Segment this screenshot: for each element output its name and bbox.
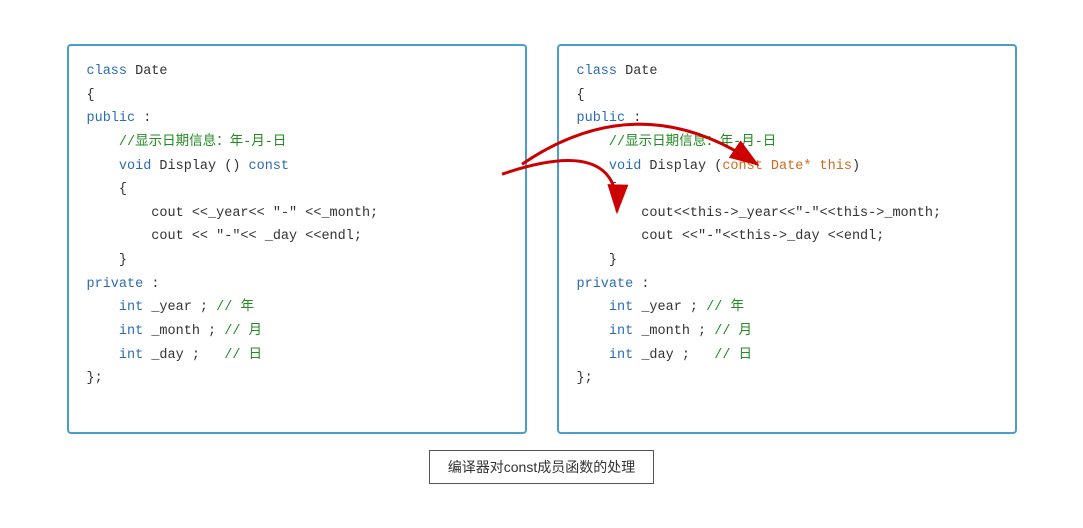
- code-line: {: [87, 178, 507, 202]
- code-line: cout <<"-"<<this->_day <<endl;: [577, 225, 997, 249]
- code-token: };: [577, 371, 593, 386]
- code-line: class Date: [577, 60, 997, 84]
- code-line: cout <<_year<< "-" <<_month;: [87, 202, 507, 226]
- code-token: public: [87, 111, 136, 126]
- code-line: private :: [577, 273, 997, 297]
- code-line: {: [577, 178, 997, 202]
- code-line: class Date: [87, 60, 507, 84]
- code-line: int _year ; // 年: [87, 296, 507, 320]
- code-token: Display (): [151, 159, 248, 174]
- code-token: const: [249, 159, 290, 174]
- code-token: cout <<"-"<<this->_day <<endl;: [577, 229, 885, 244]
- code-token: [577, 324, 609, 339]
- code-token: class: [87, 64, 136, 79]
- code-line: int _year ; // 年: [577, 296, 997, 320]
- code-token: int: [609, 348, 633, 363]
- code-token: [87, 324, 119, 339]
- code-token: [87, 348, 119, 363]
- code-line: };: [577, 367, 997, 391]
- code-token: {: [87, 88, 95, 103]
- code-token: // 月: [224, 324, 262, 339]
- code-token: {: [577, 182, 618, 197]
- code-token: int: [609, 324, 633, 339]
- code-token: [577, 348, 609, 363]
- code-token: cout << "-"<< _day <<endl;: [87, 229, 362, 244]
- code-line: cout<<this->_year<<"-"<<this->_month;: [577, 202, 997, 226]
- code-token: void: [609, 159, 641, 174]
- caption-box: 编译器对const成员函数的处理: [429, 450, 654, 484]
- code-token: const Date* this: [722, 159, 852, 174]
- code-token: void: [119, 159, 151, 174]
- code-token: :: [143, 277, 159, 292]
- code-token: };: [87, 371, 103, 386]
- code-line: cout << "-"<< _day <<endl;: [87, 225, 507, 249]
- code-token: }: [87, 253, 128, 268]
- code-token: int: [119, 348, 143, 363]
- code-token: :: [135, 111, 151, 126]
- code-line: int _day ; // 日: [87, 344, 507, 368]
- code-token: :: [633, 277, 649, 292]
- code-token: // 年: [706, 300, 744, 315]
- code-token: Date: [135, 64, 167, 79]
- code-token: _year ;: [143, 300, 216, 315]
- code-line: }: [87, 249, 507, 273]
- left-code-panel: class Date { public : //显示日期信息：年-月-日 void …: [67, 44, 527, 434]
- right-code-panel: class Date { public : //显示日期信息：年-月-日 void …: [557, 44, 1017, 434]
- code-token: _year ;: [633, 300, 706, 315]
- main-container: class Date { public : //显示日期信息：年-月-日 void …: [0, 34, 1083, 494]
- code-token: [577, 300, 609, 315]
- code-line: //显示日期信息：年-月-日: [577, 131, 997, 155]
- code-token: Display (: [641, 159, 722, 174]
- code-token: private: [87, 277, 144, 292]
- code-line: void Display (const Date* this): [577, 155, 997, 179]
- code-line: //显示日期信息：年-月-日: [87, 131, 507, 155]
- code-token: [87, 300, 119, 315]
- code-token: private: [577, 277, 634, 292]
- code-token: cout<<this->_year<<"-"<<this->_month;: [577, 206, 942, 221]
- code-token: // 月: [714, 324, 752, 339]
- code-token: _month ;: [633, 324, 714, 339]
- code-token: :: [625, 111, 641, 126]
- caption-text: 编译器对const成员函数的处理: [448, 459, 635, 475]
- code-token: class: [577, 64, 626, 79]
- code-line: public :: [87, 107, 507, 131]
- code-token: //显示日期信息：年-月-日: [577, 135, 777, 150]
- code-token: int: [119, 300, 143, 315]
- code-token: // 日: [224, 348, 262, 363]
- code-token: {: [577, 88, 585, 103]
- panels-wrapper: class Date { public : //显示日期信息：年-月-日 void …: [52, 44, 1032, 434]
- code-line: void Display () const: [87, 155, 507, 179]
- code-token: ): [852, 159, 860, 174]
- code-token: _day ;: [633, 348, 714, 363]
- code-token: int: [609, 300, 633, 315]
- code-token: int: [119, 324, 143, 339]
- code-line: };: [87, 367, 507, 391]
- code-token: Date: [625, 64, 657, 79]
- code-token: // 日: [714, 348, 752, 363]
- code-token: }: [577, 253, 618, 268]
- code-line: {: [87, 84, 507, 108]
- code-line: int _month ; // 月: [87, 320, 507, 344]
- code-line: }: [577, 249, 997, 273]
- code-token: [87, 159, 119, 174]
- code-token: // 年: [216, 300, 254, 315]
- code-line: public :: [577, 107, 997, 131]
- code-token: _day ;: [143, 348, 224, 363]
- code-token: _month ;: [143, 324, 224, 339]
- code-token: cout <<_year<< "-" <<_month;: [87, 206, 379, 221]
- code-token: public: [577, 111, 626, 126]
- code-token: //显示日期信息：年-月-日: [87, 135, 287, 150]
- code-line: private :: [87, 273, 507, 297]
- code-token: [577, 159, 609, 174]
- code-line: int _day ; // 日: [577, 344, 997, 368]
- code-line: int _month ; // 月: [577, 320, 997, 344]
- code-line: {: [577, 84, 997, 108]
- code-token: {: [87, 182, 128, 197]
